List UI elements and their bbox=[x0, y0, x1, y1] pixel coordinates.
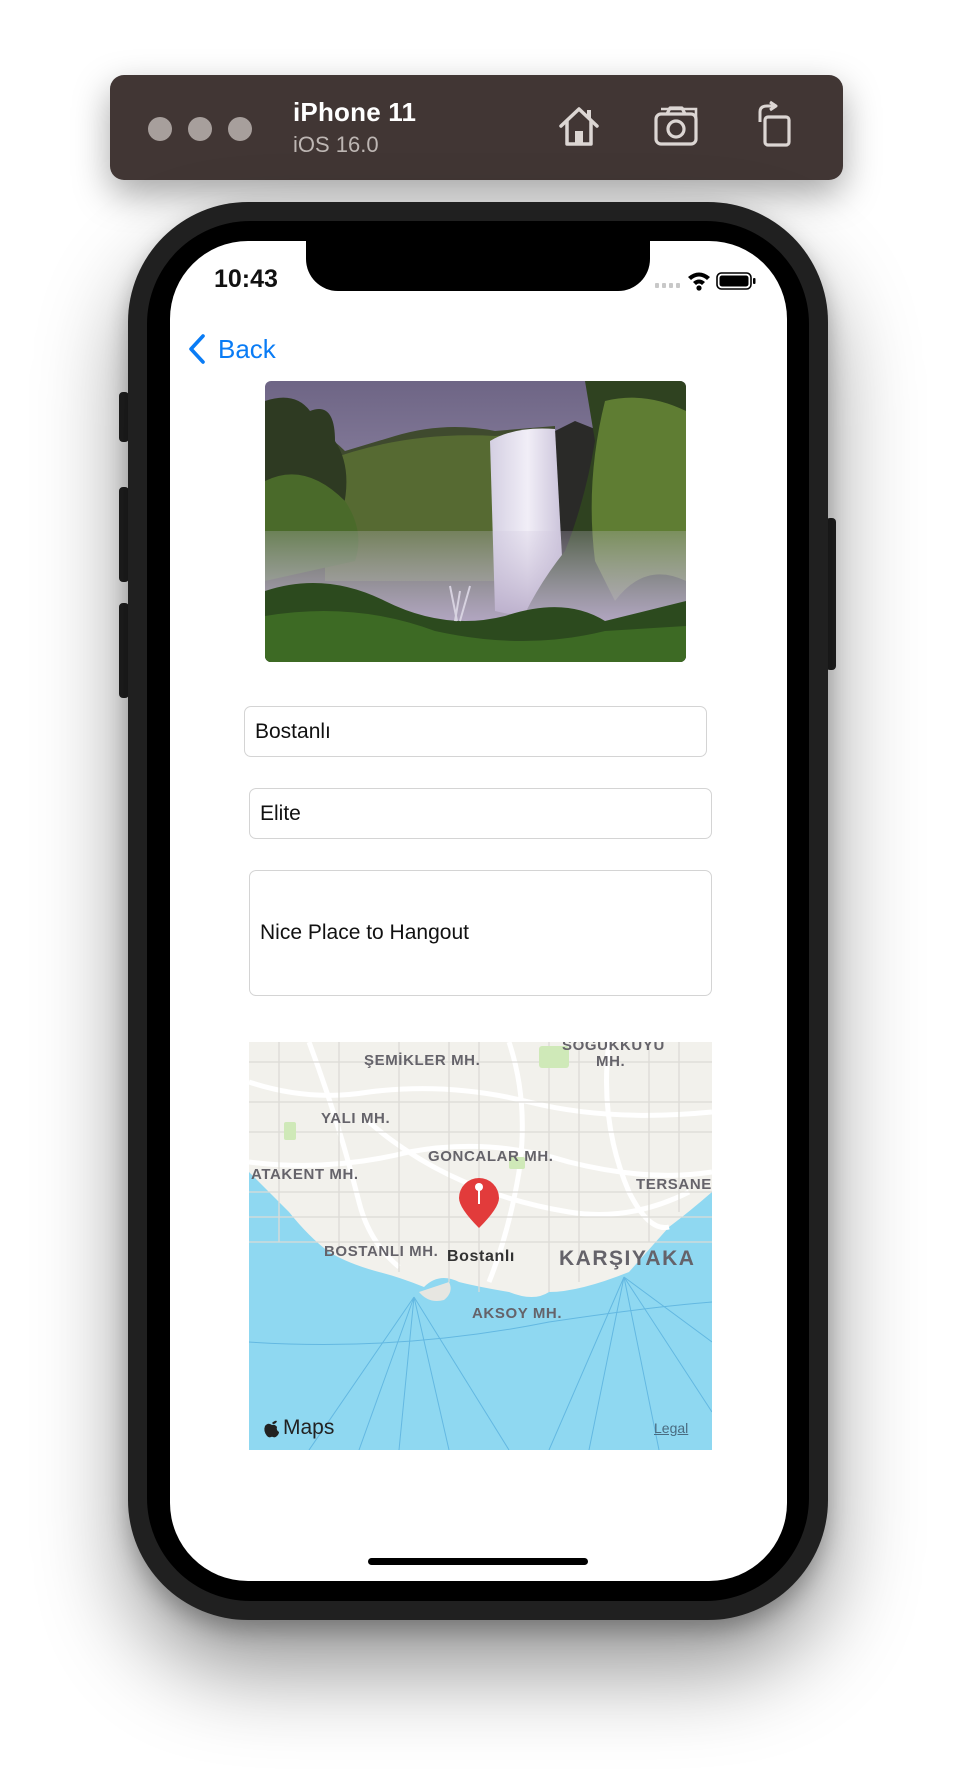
notch bbox=[306, 241, 650, 291]
map-label-yali: YALI MH. bbox=[321, 1110, 391, 1127]
maps-label: Maps bbox=[283, 1416, 335, 1439]
phone-screen: 10:43 Back Bostanlı Elite Nice Place to … bbox=[170, 241, 787, 1581]
back-label: Back bbox=[218, 333, 276, 364]
map-label-sogukkuyu-mh: MH. bbox=[596, 1053, 626, 1070]
home-icon[interactable] bbox=[553, 100, 605, 152]
status-time: 10:43 bbox=[214, 265, 278, 293]
map-label-atakent: ATAKENT MH. bbox=[251, 1166, 359, 1183]
pin-title: Bostanlı bbox=[447, 1248, 515, 1265]
map-label-semikler: ŞEMİKLER MH. bbox=[364, 1052, 481, 1069]
battery-icon bbox=[716, 272, 756, 290]
chevron-left-icon bbox=[189, 334, 205, 364]
device-name: iPhone 11 bbox=[293, 97, 417, 127]
map-label-aksoy: AKSOY MH. bbox=[472, 1305, 563, 1322]
legal-link[interactable]: Legal bbox=[654, 1420, 688, 1436]
type-field[interactable]: Elite bbox=[249, 788, 712, 839]
home-indicator[interactable] bbox=[368, 1558, 588, 1565]
zoom-window-button[interactable] bbox=[228, 117, 252, 141]
place-image[interactable] bbox=[265, 381, 686, 662]
map-label-tersane: TERSANE bbox=[636, 1176, 712, 1193]
wifi-icon bbox=[688, 272, 710, 291]
map-label-bostanli: BOSTANLI MH. bbox=[324, 1243, 439, 1260]
apple-logo-icon bbox=[264, 1420, 279, 1438]
map-view[interactable]: ŞEMİKLER MH. SOĞUKKUYU MH. YALI MH. GONC… bbox=[249, 1042, 712, 1450]
name-field[interactable]: Bostanlı bbox=[244, 706, 707, 757]
simulator-toolbar: iPhone 11 iOS 16.0 bbox=[110, 75, 843, 180]
maps-attribution[interactable]: Maps bbox=[263, 1416, 334, 1440]
close-window-button[interactable] bbox=[148, 117, 172, 141]
signal-icon bbox=[655, 283, 680, 288]
os-version: iOS 16.0 bbox=[293, 132, 379, 157]
status-icons bbox=[655, 270, 765, 291]
screenshot-icon[interactable] bbox=[651, 100, 703, 152]
back-button[interactable]: Back bbox=[188, 329, 276, 369]
minimize-window-button[interactable] bbox=[188, 117, 212, 141]
map-label-goncalar: GONCALAR MH. bbox=[428, 1148, 554, 1165]
rotate-icon[interactable] bbox=[750, 100, 802, 152]
map-label-karsiyaka: KARŞIYAKA bbox=[559, 1247, 696, 1270]
comment-field[interactable]: Nice Place to Hangout bbox=[249, 870, 712, 996]
